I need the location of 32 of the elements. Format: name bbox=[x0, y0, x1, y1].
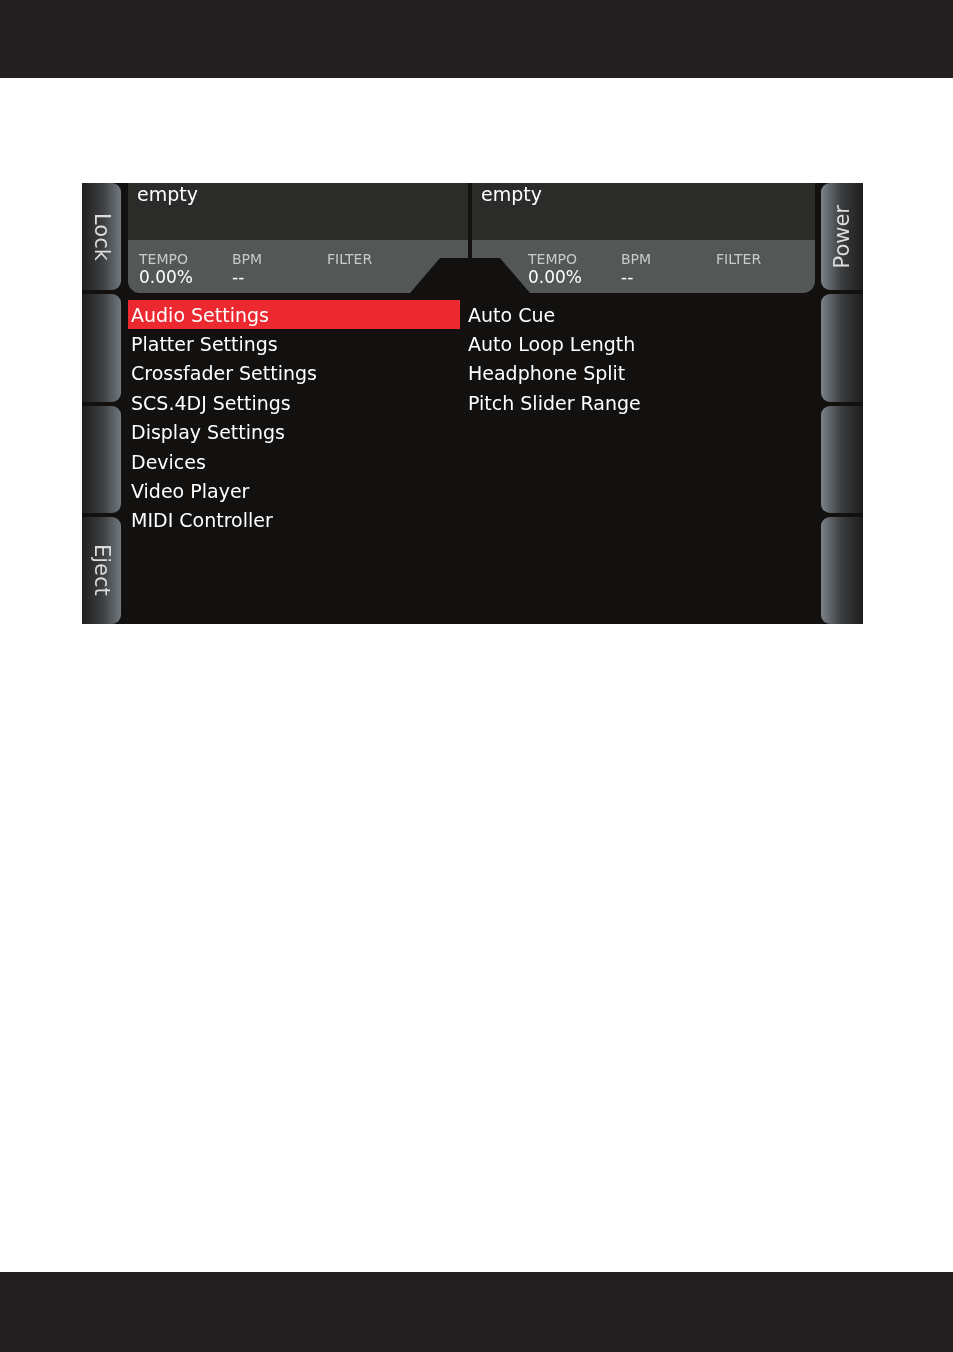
stat-label: BPM bbox=[232, 251, 263, 267]
menu-item[interactable]: Devices bbox=[128, 446, 460, 477]
stat-value: -- bbox=[232, 267, 245, 287]
side-button[interactable] bbox=[82, 294, 121, 402]
side-button[interactable]: Eject bbox=[82, 516, 121, 624]
side-button[interactable]: Lock bbox=[82, 183, 121, 291]
stat-value: 0.00% bbox=[528, 267, 582, 287]
menu-item[interactable]: Crossfader Settings bbox=[128, 358, 460, 389]
stat-label: TEMPO bbox=[528, 251, 577, 267]
stat-label: FILTER bbox=[716, 251, 762, 267]
side-button[interactable] bbox=[82, 405, 121, 513]
stat-label: TEMPO bbox=[139, 251, 188, 267]
stat-label: BPM bbox=[621, 251, 652, 267]
side-button[interactable]: Power bbox=[821, 183, 863, 291]
side-button[interactable] bbox=[821, 294, 863, 402]
side-button[interactable] bbox=[821, 516, 863, 624]
stat-value: 0.00% bbox=[139, 267, 193, 287]
deck-track-title: empty bbox=[481, 183, 542, 205]
menu-item[interactable]: Audio Settings bbox=[128, 300, 460, 330]
menu-item[interactable]: Auto Loop Length bbox=[465, 329, 636, 359]
menu-item[interactable]: MIDI Controller bbox=[128, 505, 460, 536]
menu-item[interactable]: Display Settings bbox=[128, 417, 460, 447]
stat-label: FILTER bbox=[327, 251, 373, 267]
side-button[interactable] bbox=[821, 405, 863, 513]
menu-item[interactable]: Auto Cue bbox=[465, 300, 556, 330]
menu-item[interactable]: Video Player bbox=[128, 476, 460, 506]
menu-item[interactable]: Pitch Slider Range bbox=[465, 388, 641, 418]
menu-item[interactable]: SCS.4DJ Settings bbox=[128, 388, 460, 418]
menu-item[interactable]: Headphone Split bbox=[465, 358, 626, 389]
stat-value: -- bbox=[621, 267, 634, 287]
menu-item[interactable]: Platter Settings bbox=[128, 329, 460, 359]
deck-track-title: empty bbox=[137, 183, 198, 205]
